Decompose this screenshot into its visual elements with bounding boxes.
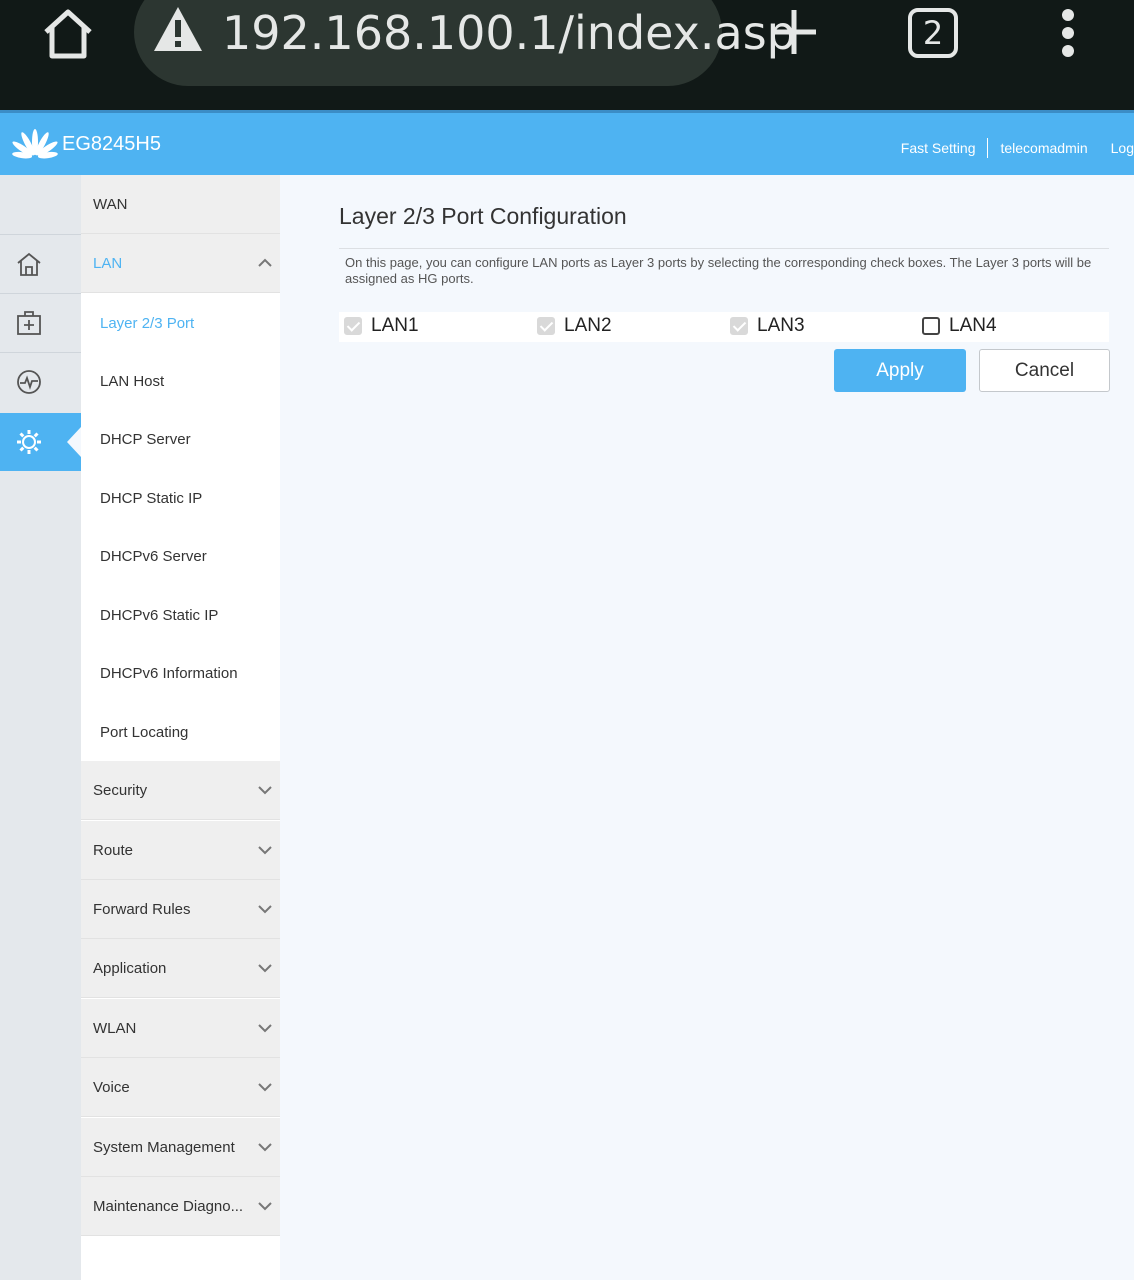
menu-lan[interactable]: LAN (81, 234, 280, 293)
main-content: Layer 2/3 Port Configuration On this pag… (280, 175, 1134, 1280)
page-description: On this page, you can configure LAN port… (345, 255, 1092, 286)
divider (987, 138, 989, 158)
menu-port-locating[interactable]: Port Locating (81, 703, 280, 761)
divider (339, 248, 1109, 249)
menu-dhcpv6-static-ip[interactable]: DHCPv6 Static IP (81, 586, 280, 644)
chevron-down-icon (258, 964, 272, 973)
gear-icon (17, 430, 41, 454)
lan3-checkbox[interactable] (730, 317, 748, 335)
menu-dhcpv6-server[interactable]: DHCPv6 Server (81, 527, 280, 585)
user-link[interactable]: telecomadmin (1000, 140, 1087, 156)
chevron-down-icon (258, 846, 272, 855)
more-vert-icon[interactable] (1058, 8, 1078, 58)
chevron-down-icon (258, 1083, 272, 1092)
menu-layer23-port[interactable]: Layer 2/3 Port (81, 294, 280, 352)
tab-count-button[interactable]: 2 (908, 8, 958, 58)
port-lan3[interactable]: LAN3 (730, 315, 805, 337)
port-selection-row: LAN1 LAN2 LAN3 LAN4 (339, 312, 1109, 342)
browser-toolbar: 192.168.100.1/index.asp 2 (0, 0, 1134, 110)
rail-diagnose[interactable] (0, 352, 81, 410)
chevron-down-icon (258, 1143, 272, 1152)
menu-route[interactable]: Route (81, 821, 280, 880)
menu-dhcp-static-ip[interactable]: DHCP Static IP (81, 469, 280, 527)
menu-wan[interactable]: WAN (81, 175, 280, 234)
device-model: EG8245H5 (62, 133, 161, 155)
home-icon[interactable] (40, 6, 96, 62)
chevron-down-icon (258, 786, 272, 795)
lan4-label: LAN4 (949, 315, 997, 336)
lan2-label: LAN2 (564, 315, 612, 336)
menu-security[interactable]: Security (81, 761, 280, 820)
apply-button[interactable]: Apply (834, 349, 966, 392)
menu-application[interactable]: Application (81, 939, 280, 998)
rail-home[interactable] (0, 234, 81, 292)
nav-menu: WAN LAN Layer 2/3 Port LAN Host DHCP Ser… (81, 175, 280, 1280)
menu-forward-rules[interactable]: Forward Rules (81, 880, 280, 939)
menu-dhcp-server[interactable]: DHCP Server (81, 410, 280, 468)
port-lan1[interactable]: LAN1 (344, 315, 419, 337)
menu-maintenance-diagnosis[interactable]: Maintenance Diagno... (81, 1177, 280, 1236)
menu-dhcpv6-information[interactable]: DHCPv6 Information (81, 644, 280, 702)
icon-rail (0, 175, 81, 1280)
menu-voice[interactable]: Voice (81, 1058, 280, 1117)
port-lan2[interactable]: LAN2 (537, 315, 612, 337)
lan3-label: LAN3 (757, 315, 805, 336)
url-text[interactable]: 192.168.100.1/index.asp (222, 6, 796, 60)
chevron-down-icon (258, 1202, 272, 1211)
warning-icon[interactable] (152, 5, 204, 53)
menu-lan-host[interactable]: LAN Host (81, 352, 280, 410)
add-box-icon (17, 310, 41, 335)
chevron-down-icon (258, 905, 272, 914)
chevron-up-icon (258, 258, 272, 267)
lan4-checkbox[interactable] (922, 317, 940, 335)
port-lan4[interactable]: LAN4 (922, 315, 997, 337)
cancel-button[interactable]: Cancel (979, 349, 1110, 392)
header-links: Fast Setting telecomadmin Log (901, 138, 1134, 158)
lan2-checkbox[interactable] (537, 317, 555, 335)
rail-settings[interactable] (0, 413, 81, 471)
huawei-logo-icon (12, 129, 58, 159)
logout-link[interactable]: Log (1111, 140, 1134, 156)
pulse-icon (17, 369, 41, 394)
lan1-checkbox[interactable] (344, 317, 362, 335)
router-header: EG8245H5 Fast Setting telecomadmin Log (0, 110, 1134, 175)
rail-add[interactable] (0, 293, 81, 351)
plus-icon[interactable] (770, 8, 818, 56)
home-icon (17, 252, 41, 276)
fast-setting-link[interactable]: Fast Setting (901, 140, 976, 156)
lan1-label: LAN1 (371, 315, 419, 336)
menu-wlan[interactable]: WLAN (81, 999, 280, 1058)
page-title: Layer 2/3 Port Configuration (339, 203, 627, 229)
menu-system-management[interactable]: System Management (81, 1118, 280, 1177)
chevron-down-icon (258, 1024, 272, 1033)
